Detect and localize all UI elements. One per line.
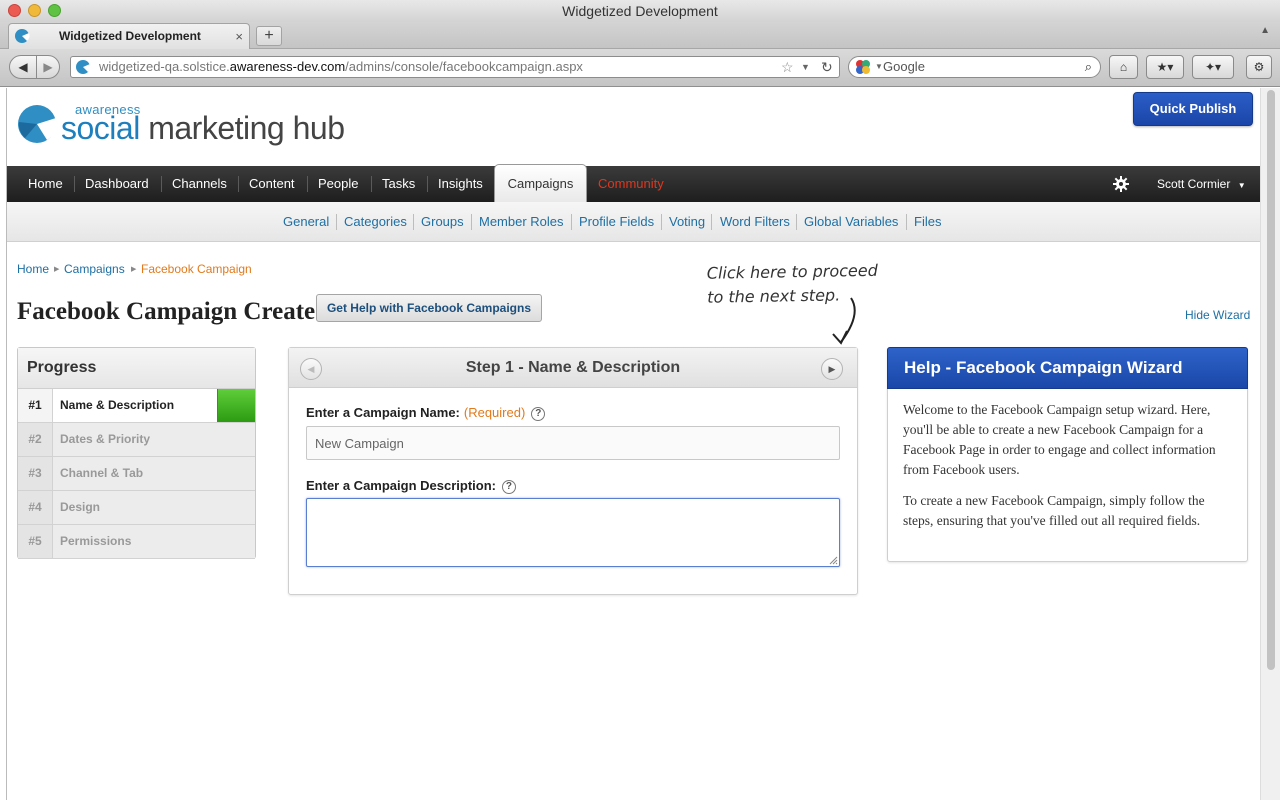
web-page: awareness social marketing hub Quick Pub…	[6, 88, 1261, 800]
tab-bar: Widgetized Development × + ▲	[0, 22, 1280, 49]
bookmarks-button[interactable]: ★▾	[1146, 55, 1184, 79]
subnav-profile-fields[interactable]: Profile Fields	[579, 202, 654, 242]
help-paragraph: To create a new Facebook Campaign, simpl…	[903, 493, 1205, 528]
search-icon[interactable]: ⌕	[1085, 57, 1092, 77]
url-text: widgetized-qa.solstice.awareness-dev.com…	[99, 59, 583, 74]
browser-toolbar: ◀ ▶ widgetized-qa.solstice.awareness-dev…	[0, 49, 1280, 87]
addon-button[interactable]: ✦▾	[1192, 55, 1234, 79]
breadcrumb-arrow-icon: ▶	[54, 266, 60, 273]
resize-grip-icon[interactable]	[829, 556, 838, 565]
progress-step-4[interactable]: #4 Design	[18, 491, 255, 525]
progress-step-2[interactable]: #2 Dates & Priority	[18, 423, 255, 457]
site-logo[interactable]: awareness social marketing hub	[17, 102, 377, 152]
campaign-name-label: Enter a Campaign Name: (Required)?	[306, 405, 546, 421]
search-input[interactable]: Google	[883, 57, 925, 77]
extension-button[interactable]: ⚙	[1246, 55, 1272, 79]
help-panel: Help - Facebook Campaign Wizard Welcome …	[887, 347, 1248, 562]
progress-step-1[interactable]: #1 Name & Description	[18, 389, 255, 423]
nav-content[interactable]: Content	[249, 166, 295, 202]
engine-chevron-icon[interactable]: ▼	[875, 57, 883, 77]
breadcrumb-arrow-icon: ▶	[131, 266, 137, 273]
tab-close-icon[interactable]: ×	[235, 24, 243, 49]
subnav-global-variables[interactable]: Global Variables	[804, 202, 898, 242]
breadcrumb: Home ▶ Campaigns ▶ Facebook Campaign	[17, 262, 417, 278]
site-identity-icon	[76, 60, 91, 74]
bookmark-star-icon[interactable]: ☆	[781, 57, 794, 77]
step-header: Step 1 - Name & Description ◀ ▶	[289, 348, 857, 388]
main-nav: Home Dashboard Channels Content People T…	[7, 164, 1261, 204]
breadcrumb-home[interactable]: Home	[17, 262, 49, 276]
campaign-name-input[interactable]	[306, 426, 840, 460]
new-tab-button[interactable]: +	[256, 26, 282, 46]
home-button[interactable]: ⌂	[1109, 55, 1138, 79]
scrollbar-thumb[interactable]	[1267, 90, 1275, 670]
campaign-description-input[interactable]	[306, 498, 840, 567]
help-paragraph: Welcome to the Facebook Campaign setup w…	[903, 402, 1216, 477]
breadcrumb-current: Facebook Campaign	[141, 262, 252, 276]
reload-icon[interactable]: ↻	[821, 57, 833, 77]
tutorial-annotation: Click here to proceed to the next step.	[706, 260, 878, 307]
google-icon[interactable]	[855, 59, 871, 75]
breadcrumb-campaigns[interactable]: Campaigns	[64, 262, 125, 276]
subnav-member-roles[interactable]: Member Roles	[479, 202, 564, 242]
url-bar[interactable]: widgetized-qa.solstice.awareness-dev.com…	[70, 56, 840, 78]
tab-list-chevron-icon[interactable]: ▲	[1260, 25, 1270, 36]
campaign-description-label: Enter a Campaign Description:?	[306, 478, 516, 494]
progress-step-5[interactable]: #5 Permissions	[18, 525, 255, 559]
url-history-chevron-icon[interactable]: ▼	[801, 57, 810, 77]
help-panel-title: Help - Facebook Campaign Wizard	[887, 347, 1248, 389]
nav-dashboard[interactable]: Dashboard	[85, 166, 149, 202]
back-button[interactable]: ◀	[9, 55, 37, 79]
help-panel-body: Welcome to the Facebook Campaign setup w…	[903, 400, 1238, 542]
subnav-general[interactable]: General	[283, 202, 329, 242]
hide-wizard-link[interactable]: Hide Wizard	[1185, 308, 1250, 322]
nav-community[interactable]: Community	[598, 166, 664, 202]
logo-mark-icon	[18, 105, 57, 143]
nav-channels[interactable]: Channels	[172, 166, 227, 202]
window-zoom-button[interactable]	[48, 4, 61, 17]
site-favicon-icon	[15, 29, 30, 43]
next-step-button[interactable]: ▶	[821, 358, 843, 380]
help-icon[interactable]: ?	[501, 480, 516, 494]
progress-title: Progress	[18, 348, 255, 389]
step-panel: Step 1 - Name & Description ◀ ▶ Enter a …	[288, 347, 858, 595]
curved-arrow-icon	[832, 297, 856, 345]
step-status-indicator	[217, 389, 255, 422]
subnav-voting[interactable]: Voting	[669, 202, 705, 242]
user-menu[interactable]: Scott Cormier ▼	[1157, 166, 1246, 204]
page-title: Facebook Campaign Create	[17, 298, 316, 325]
nav-campaigns[interactable]: Campaigns	[494, 164, 587, 202]
nav-insights[interactable]: Insights	[438, 166, 483, 202]
tab-title: Widgetized Development	[59, 29, 201, 43]
subnav-word-filters[interactable]: Word Filters	[720, 202, 790, 242]
quick-publish-button[interactable]: Quick Publish	[1133, 92, 1253, 126]
window-minimize-button[interactable]	[28, 4, 41, 17]
chevron-down-icon: ▼	[1237, 181, 1246, 190]
browser-tab[interactable]: Widgetized Development ×	[8, 23, 250, 49]
sub-nav: General Categories Groups Member Roles P…	[7, 202, 1261, 242]
progress-panel: Progress #1 Name & Description #2 Dates …	[17, 347, 256, 559]
step-title: Step 1 - Name & Description	[465, 359, 681, 376]
nav-tasks[interactable]: Tasks	[382, 166, 415, 202]
user-name: Scott Cormier	[1157, 177, 1231, 191]
progress-step-3[interactable]: #3 Channel & Tab	[18, 457, 255, 491]
search-bar[interactable]: ▼ Google ⌕	[848, 56, 1101, 78]
subnav-files[interactable]: Files	[914, 202, 941, 242]
help-icon[interactable]: ?	[531, 407, 546, 421]
previous-step-button[interactable]: ◀	[300, 358, 322, 380]
page-scrollbar[interactable]	[1260, 88, 1280, 800]
logo-text: social marketing hub	[61, 110, 345, 146]
forward-button[interactable]: ▶	[36, 55, 60, 79]
nav-home[interactable]: Home	[28, 166, 63, 202]
window-titlebar: Widgetized Development	[0, 0, 1280, 22]
nav-people[interactable]: People	[318, 166, 358, 202]
subnav-categories[interactable]: Categories	[344, 202, 407, 242]
get-help-button[interactable]: Get Help with Facebook Campaigns	[316, 294, 542, 322]
required-indicator: (Required)	[463, 405, 526, 420]
window-title: Widgetized Development	[562, 3, 718, 19]
gear-icon[interactable]	[1112, 175, 1130, 193]
window-close-button[interactable]	[8, 4, 21, 17]
subnav-groups[interactable]: Groups	[421, 202, 464, 242]
